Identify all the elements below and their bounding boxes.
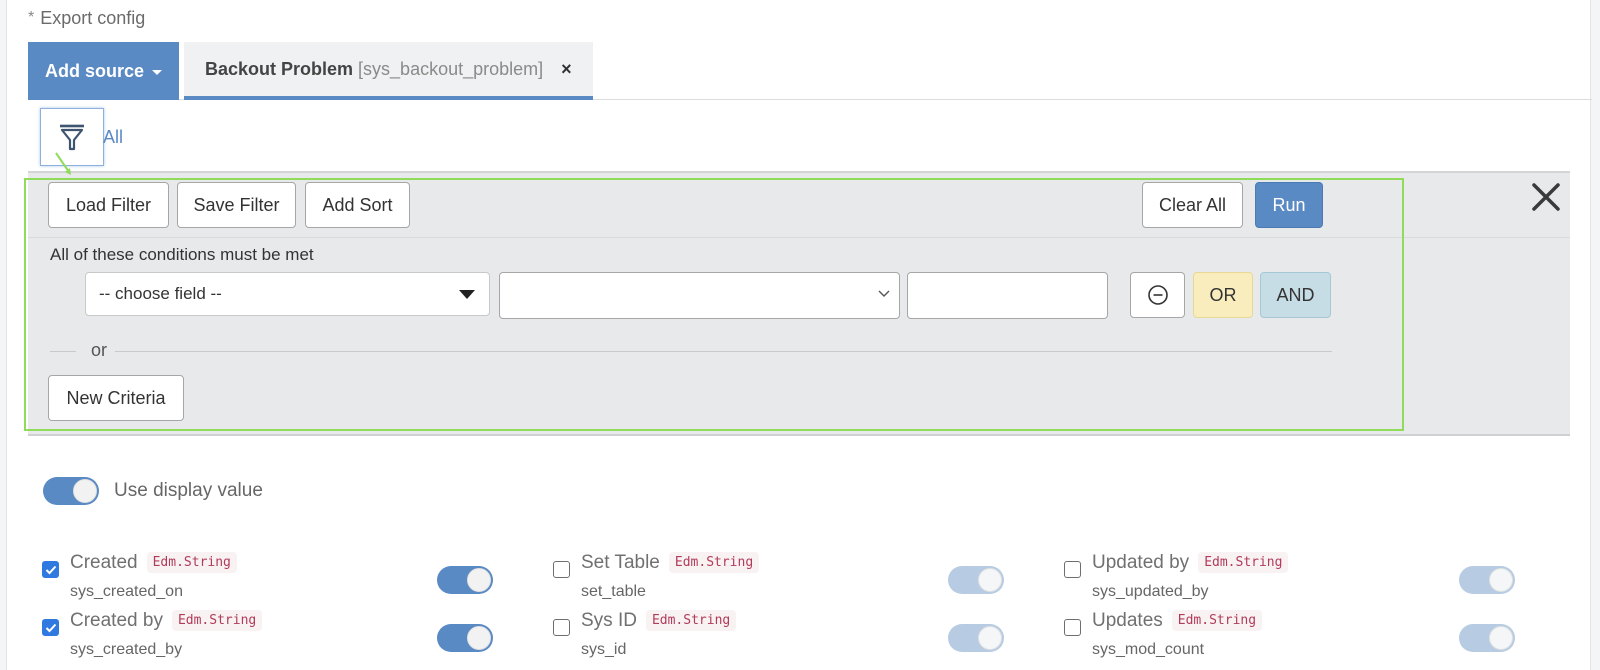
toggle-knob — [467, 568, 491, 592]
clear-all-button[interactable]: Clear All — [1142, 182, 1243, 228]
dropdown-triangle-icon — [459, 290, 475, 299]
field-checkbox[interactable] — [42, 619, 59, 636]
field-item: Created by Edm.String sys_created_by — [42, 610, 542, 668]
field-type-badge: Edm.String — [171, 610, 263, 631]
tab-name: Backout Problem — [205, 58, 354, 79]
field-checkbox[interactable] — [553, 619, 570, 636]
field-display-toggle[interactable] — [948, 624, 1004, 652]
field-display-toggle[interactable] — [1459, 566, 1515, 594]
page: * Export config Add source Backout Proble… — [6, 0, 1592, 670]
field-label: Created Edm.String — [70, 552, 237, 574]
or-separator: or — [50, 340, 1332, 362]
conditions-label: All of these conditions must be met — [50, 245, 314, 264]
checkmark-icon — [45, 565, 56, 574]
panel-divider — [28, 237, 1570, 238]
field-name: sys_created_on — [70, 583, 183, 600]
separator-line — [115, 351, 1332, 352]
toggle-knob — [1489, 568, 1513, 592]
tab-backout-problem[interactable]: Backout Problem [sys_backout_problem] × — [184, 42, 593, 100]
field-type-badge: Edm.String — [645, 610, 737, 631]
tab-table-name: [sys_backout_problem] — [358, 58, 544, 79]
field-item: Set Table Edm.String set_table — [553, 552, 1053, 610]
field-label: Created by Edm.String — [70, 610, 263, 632]
field-name: sys_created_by — [70, 641, 183, 658]
field-name: sys_mod_count — [1092, 641, 1205, 658]
field-display-toggle[interactable] — [437, 624, 493, 652]
or-separator-label: or — [91, 340, 108, 360]
field-label-text: Updated by — [1092, 552, 1190, 573]
field-label: Sys ID Edm.String — [581, 610, 737, 632]
field-item: Created Edm.String sys_created_on — [42, 552, 542, 610]
add-source-button[interactable]: Add source — [28, 42, 179, 100]
separator-line — [50, 351, 76, 352]
field-name: sys_id — [581, 641, 627, 658]
or-button[interactable]: OR — [1193, 272, 1253, 318]
toggle-knob — [467, 626, 491, 650]
save-filter-button[interactable]: Save Filter — [177, 182, 296, 228]
field-type-badge: Edm.String — [146, 552, 237, 573]
field-item: Sys ID Edm.String sys_id — [553, 610, 1053, 668]
and-button[interactable]: AND — [1260, 272, 1331, 318]
field-name: sys_updated_by — [1092, 583, 1209, 600]
export-config-text: Export config — [40, 8, 146, 28]
add-sort-button[interactable]: Add Sort — [305, 182, 410, 228]
field-label: Updated by Edm.String — [1092, 552, 1289, 574]
field-label: Set Table Edm.String — [581, 552, 760, 574]
caret-down-icon — [152, 69, 163, 75]
operator-select[interactable] — [499, 272, 900, 319]
source-tabs: Add source Backout Problem [sys_backout_… — [28, 42, 1592, 100]
minus-circle-icon — [1147, 285, 1168, 305]
breadcrumb-all-link[interactable]: All — [103, 127, 123, 148]
field-item: Updated by Edm.String sys_updated_by — [1064, 552, 1564, 610]
add-source-label: Add source — [44, 60, 145, 81]
field-display-toggle[interactable] — [437, 566, 493, 594]
field-label-text: Updates — [1092, 610, 1163, 631]
choose-field-select[interactable]: -- choose field -- — [85, 272, 490, 316]
field-type-badge: Edm.String — [668, 552, 760, 573]
field-type-badge: Edm.String — [1171, 610, 1263, 631]
field-label-text: Set Table — [581, 552, 660, 573]
field-checkbox[interactable] — [1064, 561, 1081, 578]
field-display-toggle[interactable] — [948, 566, 1004, 594]
field-checkbox[interactable] — [1064, 619, 1081, 636]
field-type-badge: Edm.String — [1198, 552, 1289, 573]
funnel-icon — [60, 124, 84, 151]
choose-field-value: -- choose field -- — [99, 284, 222, 303]
field-label-text: Created — [70, 552, 138, 573]
use-display-value-toggle[interactable] — [43, 477, 99, 505]
chevron-down-icon — [878, 290, 890, 297]
field-checkbox[interactable] — [553, 561, 570, 578]
use-display-value-row: Use display value — [43, 477, 263, 505]
toggle-knob — [978, 568, 1002, 592]
condition-value-input[interactable] — [907, 272, 1108, 319]
toggle-knob — [73, 479, 97, 503]
load-filter-button[interactable]: Load Filter — [48, 182, 169, 228]
required-marker: * — [28, 9, 35, 26]
remove-condition-button[interactable] — [1130, 272, 1185, 318]
field-display-toggle[interactable] — [1459, 624, 1515, 652]
close-icon — [1532, 183, 1560, 211]
new-criteria-button[interactable]: New Criteria — [48, 375, 184, 421]
close-filter-button[interactable] — [1531, 182, 1561, 217]
field-name: set_table — [581, 583, 646, 600]
use-display-value-label: Use display value — [114, 480, 263, 501]
field-label-text: Created by — [70, 610, 163, 631]
toggle-knob — [1489, 626, 1513, 650]
export-config-label: * Export config — [28, 8, 145, 29]
checkmark-icon — [45, 623, 56, 632]
close-tab-icon[interactable]: × — [561, 59, 572, 80]
toggle-knob — [978, 626, 1002, 650]
filter-toggle-button[interactable] — [40, 108, 104, 166]
field-checkbox[interactable] — [42, 561, 59, 578]
field-label-text: Sys ID — [581, 610, 637, 631]
field-item: Updates Edm.String sys_mod_count — [1064, 610, 1564, 668]
run-button[interactable]: Run — [1255, 182, 1323, 228]
field-label: Updates Edm.String — [1092, 610, 1263, 632]
